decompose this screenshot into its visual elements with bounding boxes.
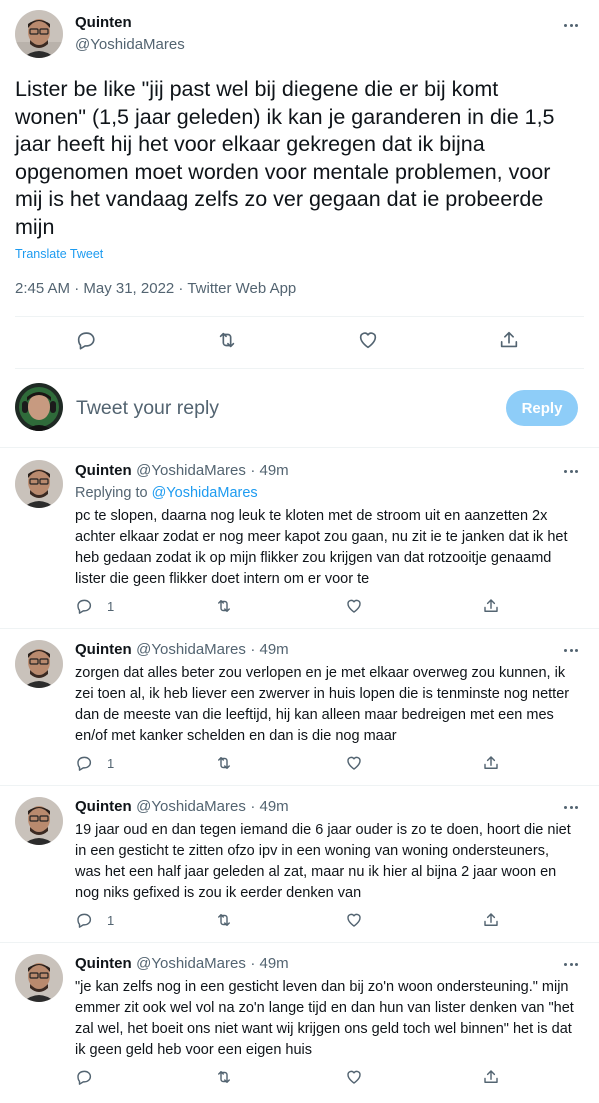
retweet-icon: [218, 600, 230, 612]
reply-time[interactable]: · 49m: [250, 641, 288, 658]
retweet-button[interactable]: [215, 911, 233, 929]
reply-avatar[interactable]: [15, 954, 63, 1002]
more-options-icon[interactable]: [561, 15, 581, 35]
retweet-icon: [218, 757, 230, 769]
like-button[interactable]: [345, 597, 363, 615]
divider: [0, 447, 599, 448]
reply-author-handle[interactable]: @YoshidaMares: [136, 462, 246, 479]
share-button[interactable]: [498, 329, 520, 351]
reply-header: Quinten @YoshidaMares · 49m: [75, 641, 289, 659]
reply-author-handle[interactable]: @YoshidaMares: [136, 955, 246, 972]
reply-header: Quinten @YoshidaMares · 49m: [75, 462, 289, 480]
retweet-button[interactable]: [215, 1068, 233, 1086]
retweet-button[interactable]: [215, 754, 233, 772]
translate-tweet-link[interactable]: Translate Tweet: [15, 247, 103, 261]
reply-author-name[interactable]: Quinten: [75, 955, 132, 972]
tweet-text: Lister be like "jij past wel bij diegene…: [15, 77, 555, 239]
more-options-icon[interactable]: [561, 461, 581, 481]
reply-author-name[interactable]: Quinten: [75, 798, 132, 815]
speech-bubble-icon: [77, 756, 92, 771]
share-icon: [484, 1070, 498, 1083]
speech-bubble-icon: [77, 332, 95, 350]
replying-to-handle[interactable]: @YoshidaMares: [152, 485, 258, 501]
retweet-icon: [218, 1071, 230, 1083]
reply-count: 1: [107, 598, 115, 614]
reply-time[interactable]: · 49m: [250, 462, 288, 479]
reply-author-name[interactable]: Quinten: [75, 462, 132, 479]
divider: [0, 942, 599, 943]
reply-text: "je kan zelfs nog in een gesticht leven …: [75, 979, 574, 1058]
reply-button[interactable]: [75, 1068, 93, 1086]
more-options-icon[interactable]: [561, 640, 581, 660]
like-button[interactable]: [345, 911, 363, 929]
reply-avatar[interactable]: [15, 640, 63, 688]
like-button[interactable]: [345, 1068, 363, 1086]
reply-avatar[interactable]: [15, 797, 63, 845]
reply-author-handle[interactable]: @YoshidaMares: [136, 641, 246, 658]
reply-avatar[interactable]: [15, 460, 63, 508]
replying-to-prefix: Replying to: [75, 485, 152, 501]
divider: [0, 628, 599, 629]
retweet-icon: [218, 914, 230, 926]
heart-icon: [347, 913, 361, 927]
share-button[interactable]: [482, 911, 500, 929]
speech-bubble-icon: [77, 1070, 92, 1085]
speech-bubble-icon: [77, 913, 92, 928]
share-icon: [484, 599, 498, 612]
current-user-avatar[interactable]: [15, 383, 63, 431]
share-icon: [484, 756, 498, 769]
reply-count: 1: [107, 912, 115, 928]
reply-header: Quinten @YoshidaMares · 49m: [75, 798, 289, 816]
share-button[interactable]: [482, 1068, 500, 1086]
reply-header: Quinten @YoshidaMares · 49m: [75, 955, 289, 973]
share-button[interactable]: [482, 754, 500, 772]
heart-icon: [347, 756, 361, 770]
reply-author-name[interactable]: Quinten: [75, 641, 132, 658]
more-options-icon[interactable]: [561, 797, 581, 817]
like-button[interactable]: [357, 329, 379, 351]
author-name[interactable]: Quinten: [75, 14, 132, 31]
reply-input[interactable]: Tweet your reply: [76, 397, 219, 420]
more-options-icon[interactable]: [561, 954, 581, 974]
divider: [15, 316, 584, 317]
divider: [15, 368, 584, 369]
author-handle[interactable]: @YoshidaMares: [75, 36, 185, 53]
share-button[interactable]: [482, 597, 500, 615]
heart-icon: [347, 599, 361, 613]
reply-count: 1: [107, 755, 115, 771]
share-icon: [484, 913, 498, 926]
author-avatar[interactable]: [15, 10, 63, 58]
retweet-icon: [219, 332, 235, 348]
reply-button[interactable]: [75, 329, 97, 351]
reply-text: zorgen dat alles beter zou verlopen en j…: [75, 665, 570, 744]
reply-button[interactable]: 1: [75, 597, 114, 615]
reply-text: 19 jaar oud en dan tegen iemand die 6 ja…: [75, 822, 571, 901]
reply-submit-button[interactable]: Reply: [506, 390, 578, 426]
heart-icon: [359, 332, 377, 349]
reply-button[interactable]: 1: [75, 911, 114, 929]
like-button[interactable]: [345, 754, 363, 772]
replying-to: Replying to @YoshidaMares: [75, 485, 258, 501]
reply-time[interactable]: · 49m: [250, 798, 288, 815]
speech-bubble-icon: [77, 599, 92, 614]
reply-button[interactable]: 1: [75, 754, 114, 772]
reply-author-handle[interactable]: @YoshidaMares: [136, 798, 246, 815]
tweet-meta[interactable]: 2:45 AM · May 31, 2022 · Twitter Web App: [15, 280, 296, 297]
retweet-button[interactable]: [216, 329, 238, 351]
divider: [0, 785, 599, 786]
reply-time[interactable]: · 49m: [250, 955, 288, 972]
heart-icon: [347, 1070, 361, 1084]
retweet-button[interactable]: [215, 597, 233, 615]
share-icon: [500, 331, 518, 348]
reply-text: pc te slopen, daarna nog leuk te kloten …: [75, 508, 568, 587]
